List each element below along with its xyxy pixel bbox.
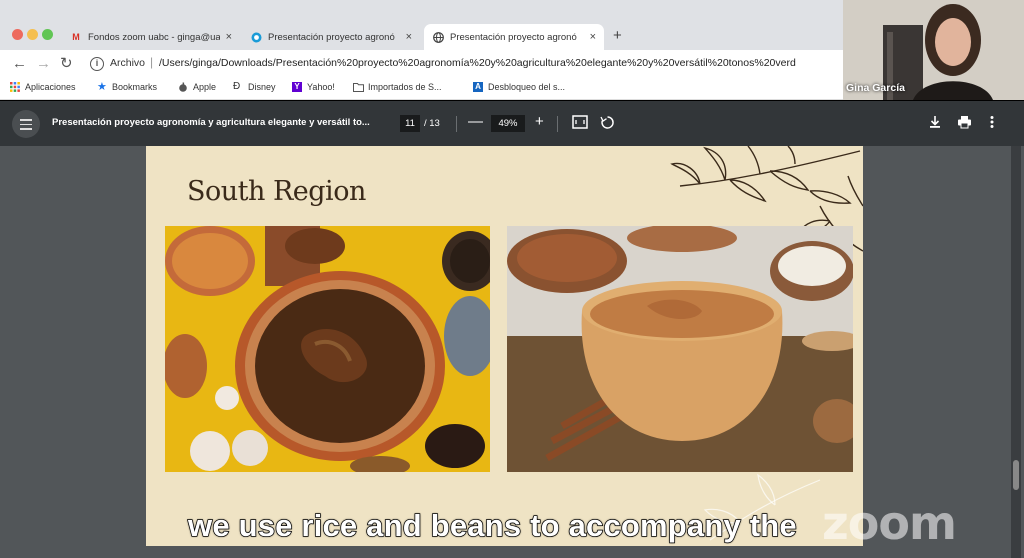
bookmark-importados[interactable]: Importados de S... xyxy=(353,82,442,92)
info-icon[interactable]: i xyxy=(90,57,104,71)
apps-grid-icon xyxy=(10,82,20,92)
canva-icon xyxy=(250,31,262,43)
tab-close-icon[interactable]: × xyxy=(406,31,412,43)
star-icon: ★ xyxy=(97,81,107,93)
live-caption: we use rice and beans to accompany the xyxy=(187,507,797,544)
zoom-logo: zoom xyxy=(822,496,957,550)
close-window-icon[interactable] xyxy=(12,29,23,40)
menu-icon[interactable] xyxy=(12,110,40,138)
toolbar-divider xyxy=(557,116,558,132)
rotate-icon[interactable] xyxy=(600,115,615,133)
tab-pdf-active[interactable]: Presentación proyecto agronó × xyxy=(424,24,604,50)
globe-icon xyxy=(432,31,444,43)
bookmark-disney[interactable]: Ð Disney xyxy=(233,81,276,93)
reload-icon[interactable]: ↻ xyxy=(60,55,73,73)
apple-icon xyxy=(178,82,188,92)
bookmark-apple[interactable]: Apple xyxy=(178,82,216,92)
page-number-input[interactable]: 11 xyxy=(400,115,420,132)
pdf-toolbar: Presentación proyecto agronomía y agricu… xyxy=(0,101,1024,146)
address-url-field[interactable]: /Users/ginga/Downloads/Presentación%20pr… xyxy=(159,57,844,69)
a-logo-icon: A xyxy=(473,82,483,92)
page-total: / 13 xyxy=(424,118,440,129)
tab-close-icon[interactable]: × xyxy=(590,31,596,43)
bookmark-aplicaciones[interactable]: Aplicaciones xyxy=(10,82,76,92)
participant-name: Gina García xyxy=(846,82,905,94)
folder-icon xyxy=(353,82,364,92)
tab-canva[interactable]: Presentación proyecto agronó × xyxy=(242,24,420,50)
maximize-window-icon[interactable] xyxy=(42,29,53,40)
zoom-in-button[interactable]: + xyxy=(535,113,544,130)
tab-gmail[interactable]: M Fondos zoom uabc - ginga@ua × xyxy=(62,24,240,50)
fit-page-icon[interactable] xyxy=(572,115,588,132)
forward-arrow-icon[interactable]: → xyxy=(36,55,51,73)
mole-platter-photo xyxy=(165,226,490,472)
more-options-icon[interactable] xyxy=(990,115,994,132)
zoom-level-input[interactable]: 49% xyxy=(491,115,525,132)
new-tab-button[interactable]: + xyxy=(613,27,622,44)
pdf-scrollbar-thumb[interactable] xyxy=(1013,460,1019,490)
bookmark-bookmarks[interactable]: ★ Bookmarks xyxy=(97,81,157,93)
gmail-icon: M xyxy=(72,32,80,42)
zoom-out-button[interactable]: — xyxy=(468,113,483,130)
address-scheme: Archivo xyxy=(110,57,146,69)
bookmark-desbloqueo[interactable]: A Desbloqueo del s... xyxy=(473,82,565,92)
pdf-scrollbar[interactable] xyxy=(1011,146,1021,558)
drink-bowl-photo xyxy=(507,226,853,472)
disney-icon: Ð xyxy=(233,81,241,92)
back-arrow-icon[interactable]: ← xyxy=(12,55,27,73)
download-icon[interactable] xyxy=(928,115,942,132)
tab-close-icon[interactable]: × xyxy=(226,31,232,43)
toolbar-divider xyxy=(456,116,457,132)
slide-title: South Region xyxy=(187,176,366,207)
address-separator: | xyxy=(150,55,154,69)
yahoo-icon: Y xyxy=(292,82,302,92)
print-icon[interactable] xyxy=(957,115,972,132)
document-title: Presentación proyecto agronomía y agricu… xyxy=(52,117,370,128)
bookmark-yahoo[interactable]: Y Yahoo! xyxy=(292,82,335,92)
minimize-window-icon[interactable] xyxy=(27,29,38,40)
zoom-screen-share: M Fondos zoom uabc - ginga@ua × Presenta… xyxy=(0,0,1024,558)
